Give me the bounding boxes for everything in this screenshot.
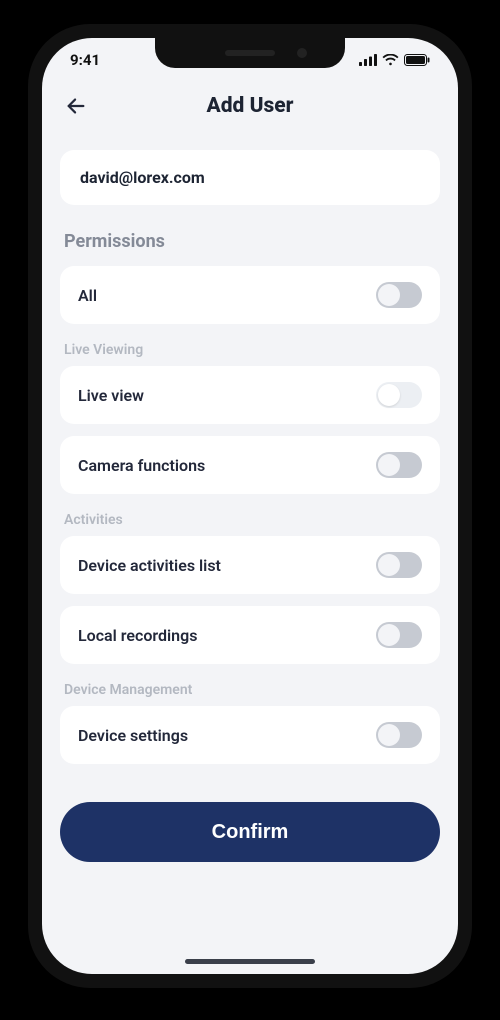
permission-row-all: All (60, 266, 440, 324)
toggle-device-activities[interactable] (376, 552, 422, 578)
toggle-device-settings[interactable] (376, 722, 422, 748)
subsection-activities: Activities (64, 512, 436, 528)
cellular-icon (359, 54, 377, 66)
back-button[interactable] (60, 90, 92, 122)
permission-label: Device activities list (78, 556, 221, 575)
battery-icon (404, 54, 430, 66)
permission-label: Device settings (78, 726, 188, 745)
content: david@lorex.com Permissions All Live Vie… (42, 130, 458, 764)
section-title-permissions: Permissions (64, 231, 436, 252)
toggle-local-recordings[interactable] (376, 622, 422, 648)
subsection-live-viewing: Live Viewing (64, 342, 436, 358)
home-indicator[interactable] (185, 959, 315, 964)
email-field[interactable]: david@lorex.com (60, 150, 440, 205)
permission-row-live-view: Live view (60, 366, 440, 424)
toggle-camera-functions[interactable] (376, 452, 422, 478)
permission-row-local-recordings: Local recordings (60, 606, 440, 664)
screen: 9:41 (42, 38, 458, 974)
subsection-device-management: Device Management (64, 682, 436, 698)
footer: Confirm (42, 776, 458, 880)
permission-label: Camera functions (78, 456, 205, 475)
confirm-button[interactable]: Confirm (60, 802, 440, 862)
toggle-all[interactable] (376, 282, 422, 308)
page-title: Add User (207, 94, 294, 118)
arrow-left-icon (65, 95, 87, 117)
permission-label: All (78, 286, 97, 305)
permission-row-device-activities: Device activities list (60, 536, 440, 594)
permission-row-device-settings: Device settings (60, 706, 440, 764)
email-value: david@lorex.com (80, 168, 205, 187)
wifi-icon (382, 54, 399, 66)
permission-label: Live view (78, 386, 144, 405)
toggle-live-view[interactable] (376, 382, 422, 408)
notch (155, 38, 345, 68)
status-indicators (359, 54, 430, 66)
nav-header: Add User (42, 82, 458, 130)
phone-frame: 9:41 (28, 24, 472, 988)
permission-row-camera-functions: Camera functions (60, 436, 440, 494)
permission-label: Local recordings (78, 626, 197, 645)
status-time: 9:41 (70, 51, 100, 69)
